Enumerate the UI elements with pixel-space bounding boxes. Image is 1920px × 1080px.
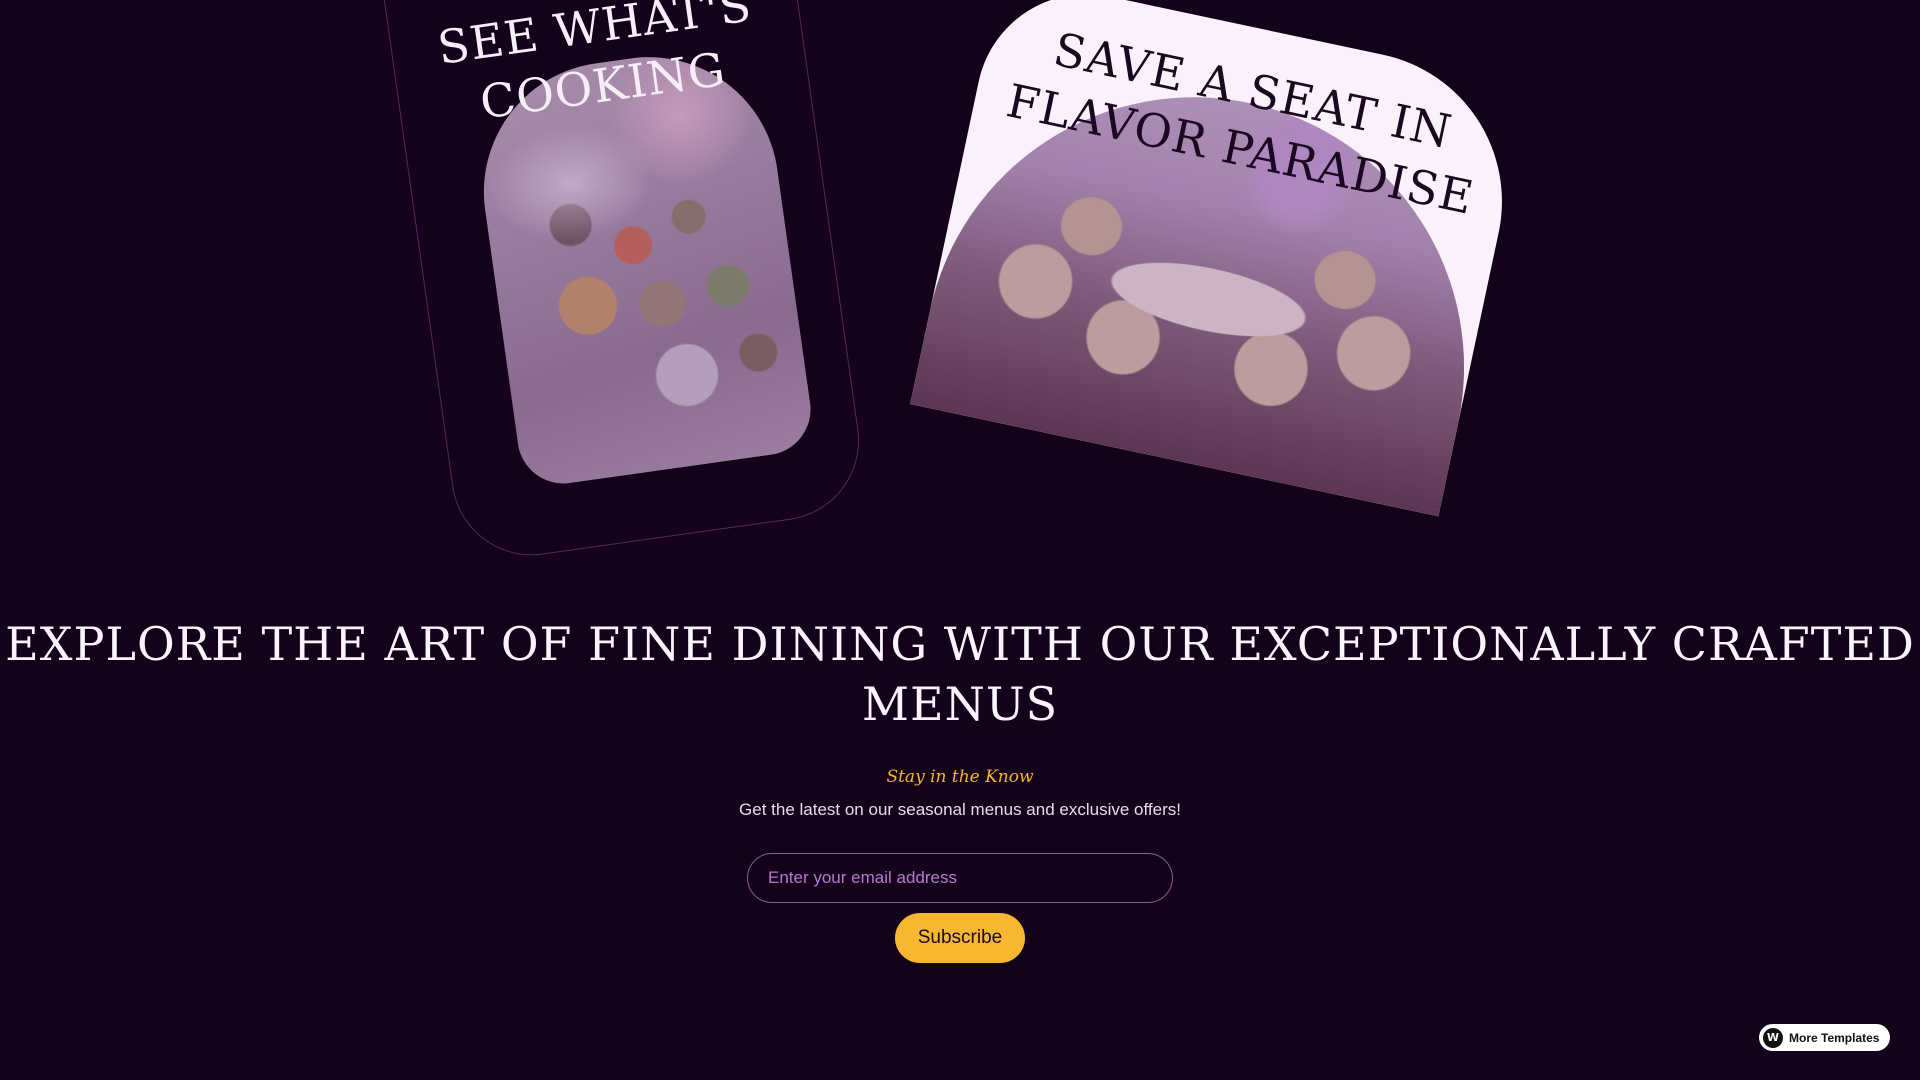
subscribe-button[interactable]: Subscribe: [895, 913, 1025, 963]
page-headline: EXPLORE THE ART OF FINE DINING WITH OUR …: [5, 617, 1915, 731]
more-templates-label: More Templates: [1789, 1030, 1880, 1045]
save-a-seat-card[interactable]: Save a Seat in Flavor Paradise: [910, 0, 1530, 517]
newsletter-subtext: Get the latest on our seasonal menus and…: [739, 800, 1181, 819]
more-templates-badge[interactable]: W More Templates: [1759, 1024, 1890, 1051]
newsletter-kicker: Stay in the Know: [886, 767, 1034, 787]
see-whats-cooking-card[interactable]: See What's Cooking: [380, 0, 870, 566]
email-field[interactable]: [747, 853, 1173, 903]
webflow-logo-icon: W: [1763, 1027, 1783, 1048]
